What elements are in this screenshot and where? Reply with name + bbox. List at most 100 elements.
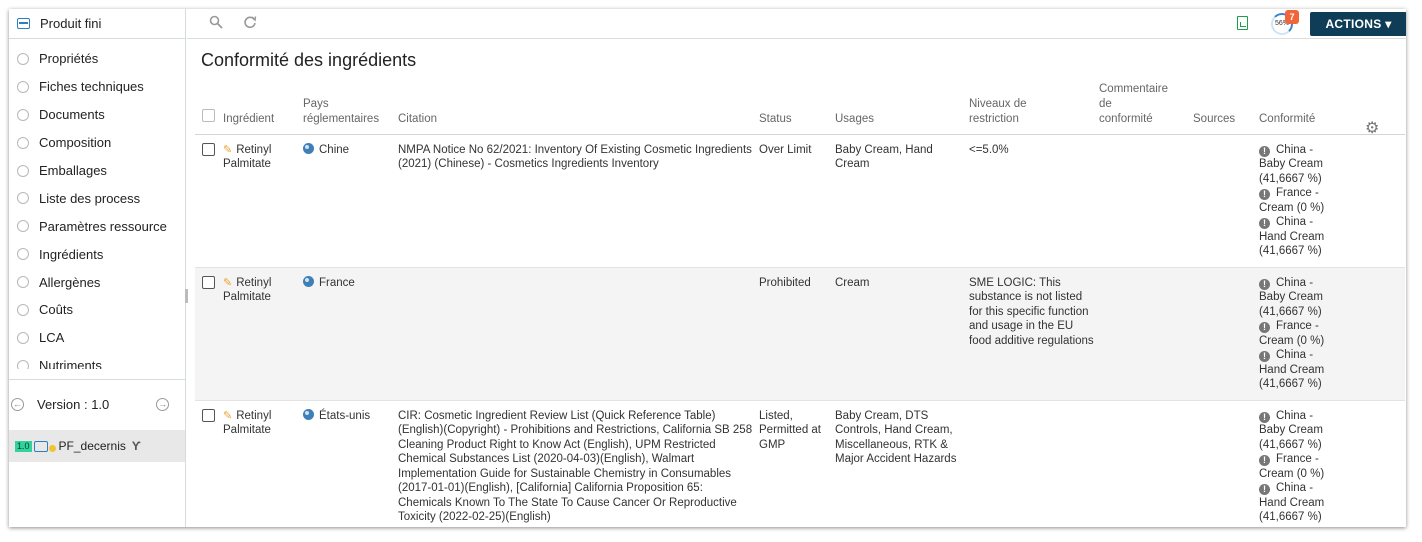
warning-icon: !	[1259, 322, 1270, 333]
sidebar-item-label: LCA	[39, 330, 65, 346]
sidebar-item-liste-process[interactable]: Liste des process	[9, 184, 185, 212]
sidebar-item-allergenes[interactable]: Allergènes	[9, 268, 185, 296]
actions-button[interactable]: ACTIONS ▾	[1310, 12, 1406, 36]
sources-cell	[1193, 400, 1259, 527]
page-title: Conformité des ingrédients	[201, 50, 417, 70]
sidebar-item-label: Ingrédients	[39, 246, 104, 262]
sidebar-item-lca[interactable]: LCA	[9, 324, 185, 352]
conformity-text: Hand Cream	[1259, 363, 1325, 376]
conformity-text: Cream (0 %)	[1259, 467, 1325, 480]
select-all-checkbox[interactable]	[202, 108, 215, 122]
branch-icon: Ƴ	[131, 439, 142, 453]
sidebar-header[interactable]: Produit fini	[9, 9, 185, 39]
column-header-commentaire[interactable]: Commentaire de conformité	[1099, 78, 1193, 135]
column-header-usages[interactable]: Usages	[835, 78, 969, 135]
sidebar-item-proprietes[interactable]: Propriétés	[9, 45, 185, 73]
sidebar-item-composition[interactable]: Composition	[9, 129, 185, 157]
main-panel: 56% 7 ACTIONS ▾ Conformité des ingrédien…	[187, 9, 1406, 527]
notification-badge[interactable]: 7	[1285, 10, 1299, 24]
ingredient-name: Retinyl	[236, 276, 272, 289]
country-name: États-unis	[319, 409, 371, 422]
column-header-ingredient[interactable]: Ingrédient	[223, 78, 303, 135]
status-cell: Prohibited	[759, 267, 835, 401]
conformity-text: (41,6667 %)	[1259, 245, 1322, 257]
table-row[interactable]: ✎ Retinyl Palmitate Chine NMPA Notice No 6…	[195, 134, 1405, 268]
conformity-text: Baby Cream	[1259, 158, 1323, 170]
gear-icon[interactable]: ⚙	[1365, 118, 1379, 138]
refresh-icon[interactable]	[243, 15, 257, 32]
country-name: France	[319, 276, 355, 289]
usages-cell: Baby Cream, DTS Controls, Hand Cream, Mi…	[835, 400, 969, 527]
conformity-text: (41,6667 %)	[1259, 378, 1322, 390]
search-icon[interactable]	[209, 15, 223, 32]
row-checkbox[interactable]	[202, 275, 215, 289]
row-checkbox[interactable]	[202, 142, 215, 156]
globe-icon	[303, 142, 314, 154]
sources-cell	[1193, 134, 1259, 268]
sidebar-title: Produit fini	[40, 16, 102, 31]
country-cell: Chine	[303, 134, 398, 268]
column-header-conformite[interactable]: Conformité	[1259, 78, 1345, 135]
restriction-cell	[969, 400, 1099, 527]
folder-icon	[33, 440, 48, 452]
sidebar-item-fiches-techniques[interactable]: Fiches techniques	[9, 73, 185, 101]
radio-icon	[17, 136, 29, 149]
ingredient-cell[interactable]: ✎ Retinyl Palmitate	[223, 134, 303, 268]
table-row[interactable]: ✎ Retinyl Palmitate États-unis CIR: Cosmet…	[195, 400, 1405, 527]
ingredient-cell[interactable]: ✎ Retinyl Palmitate	[223, 267, 303, 401]
version-label: Version : 1.0	[37, 397, 110, 412]
conformity-text: Hand Cream	[1259, 230, 1325, 243]
ingredient-name: Retinyl	[236, 143, 272, 156]
ingredient-name: Retinyl	[236, 409, 272, 422]
conformity-text: Cream (0 %)	[1259, 201, 1325, 214]
sidebar-item-nutriments[interactable]: Nutriments	[9, 352, 185, 369]
row-checkbox[interactable]	[202, 408, 215, 422]
sidebar-item-couts[interactable]: Coûts	[9, 296, 185, 324]
ingredient-cell[interactable]: ✎ Retinyl Palmitate	[223, 400, 303, 527]
conformity-text: China -	[1276, 216, 1314, 228]
column-header-status[interactable]: Status	[759, 78, 835, 135]
sidebar-item-label: Composition	[39, 135, 112, 151]
conformity-text: France -	[1276, 187, 1319, 199]
column-header-niveaux[interactable]: Niveaux de restriction	[969, 78, 1099, 135]
branch-name: PF_decernis	[58, 439, 126, 453]
warning-icon: !	[1259, 351, 1270, 362]
next-version-icon[interactable]: →	[156, 398, 170, 411]
sidebar-item-emballages[interactable]: Emballages	[9, 157, 185, 185]
column-header-citation[interactable]: Citation	[398, 78, 759, 135]
radio-icon	[17, 359, 29, 369]
warning-icon: !	[1259, 411, 1270, 423]
column-header-pays[interactable]: Pays réglementaires	[303, 78, 398, 135]
radio-icon	[17, 108, 29, 121]
conformity-text: Cream (0 %)	[1259, 334, 1325, 347]
excel-export-icon[interactable]	[1237, 16, 1248, 30]
country-name: Chine	[319, 143, 350, 156]
branch-item[interactable]: 1.0 PF_decernis Ƴ	[9, 430, 185, 462]
sidebar-item-parametres-ressource[interactable]: Paramètres ressource	[9, 212, 185, 240]
column-header-sources[interactable]: Sources	[1193, 78, 1259, 135]
header-text: Pays	[303, 97, 329, 110]
sidebar-item-label: Fiches techniques	[39, 79, 144, 95]
ingredient-name: Palmitate	[223, 291, 271, 303]
previous-version-icon[interactable]: ←	[11, 398, 24, 411]
conformity-cell: ! China - Baby Cream (41,6667 %) ! France - C…	[1259, 400, 1345, 527]
sidebar-item-documents[interactable]: Documents	[9, 101, 185, 129]
comment-cell	[1099, 400, 1193, 527]
app-window: Produit fini Propriétés Fiches technique…	[9, 9, 1406, 527]
status-cell: Over Limit	[759, 134, 835, 268]
citation-cell	[398, 267, 759, 401]
compliance-table: Ingrédient Pays réglementaires Citation S…	[195, 78, 1405, 527]
ingredient-icon: ✎	[223, 143, 233, 156]
sources-cell	[1193, 267, 1259, 401]
conformity-text: Hand Cream	[1259, 496, 1325, 509]
version-bar: ← Version : 1.0 →	[9, 379, 185, 429]
table-row[interactable]: ✎ Retinyl Palmitate France Prohibited Crea…	[195, 267, 1405, 401]
comment-cell	[1099, 134, 1193, 268]
sidebar-item-ingredients[interactable]: Ingrédients	[9, 240, 185, 268]
comment-cell	[1099, 267, 1193, 401]
country-cell: États-unis	[303, 400, 398, 527]
radio-icon	[17, 164, 29, 177]
conformity-cell: ! China - Baby Cream (41,6667 %) ! France - C…	[1259, 267, 1345, 401]
sidebar-item-label: Propriétés	[39, 51, 99, 67]
usages-cell: Cream	[835, 267, 969, 401]
